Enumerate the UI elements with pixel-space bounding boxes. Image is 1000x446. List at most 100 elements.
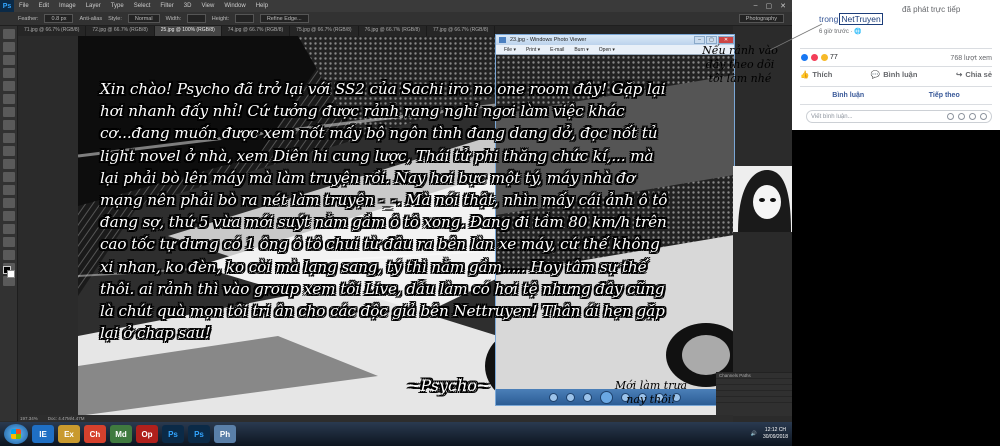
maximize-icon[interactable]: ▢ (766, 2, 773, 10)
blur-tool-icon[interactable] (2, 185, 15, 195)
document-tab[interactable]: 75.jpg @ 66.7% (RGB/8) (290, 26, 359, 36)
type-tool-icon[interactable] (2, 224, 15, 234)
like-reaction-icon (800, 53, 809, 62)
menu-3d[interactable]: 3D (179, 3, 197, 9)
refine-edge-button[interactable]: Refine Edge... (259, 14, 309, 23)
marquee-tool-icon[interactable] (2, 42, 15, 52)
opera-icon[interactable]: Op (136, 425, 158, 443)
tab-comments[interactable]: Bình luận (832, 92, 864, 99)
zoom-icon[interactable] (549, 392, 558, 402)
feather-input[interactable]: 0.8 px (44, 14, 74, 23)
sticker-icon[interactable] (980, 113, 987, 120)
menu-window[interactable]: Window (219, 3, 250, 9)
menu-filter[interactable]: Filter (155, 3, 178, 9)
close-icon[interactable]: ✕ (780, 2, 786, 10)
photo-viewer-taskbar-icon[interactable]: Ph (214, 425, 236, 443)
comment-button[interactable]: 💬 Bình luận (871, 70, 918, 79)
menu-view[interactable]: View (196, 3, 219, 9)
like-button[interactable]: 👍 Thích (800, 70, 832, 79)
maximize-icon[interactable]: ▢ (706, 36, 717, 44)
comment-icon: 💬 (870, 70, 881, 79)
antialias-checkbox[interactable]: Anti-alias (79, 16, 102, 22)
minimize-icon[interactable]: – (694, 36, 705, 44)
divider (800, 48, 992, 49)
start-button[interactable] (4, 424, 28, 444)
black-background (792, 130, 1000, 446)
menu-file[interactable]: File (14, 3, 34, 9)
divider (800, 104, 992, 105)
gradient-tool-icon[interactable] (2, 172, 15, 182)
stamp-tool-icon[interactable] (2, 133, 15, 143)
document-tab[interactable]: 76.jpg @ 66.7% (RGB/8) (359, 26, 427, 36)
divider (800, 86, 992, 87)
move-tool-icon[interactable] (2, 29, 15, 39)
brush-tool-icon[interactable] (2, 120, 15, 130)
pen-tool-icon[interactable] (2, 211, 15, 221)
layer-row[interactable] (716, 397, 792, 403)
menu-select[interactable]: Select (129, 3, 156, 9)
document-tab-active[interactable]: 25.jpg @ 100% (RGB/8) (154, 26, 222, 36)
menu-type[interactable]: Type (106, 3, 129, 9)
width-input[interactable] (187, 14, 206, 23)
post-time-text[interactable]: 6 giờ trước · (819, 29, 854, 35)
dodge-tool-icon[interactable] (2, 198, 15, 208)
media-player-icon[interactable]: Md (110, 425, 132, 443)
menu-help[interactable]: Help (251, 3, 273, 9)
post-actions: 👍 Thích 💬 Bình luận ↪ Chia sẻ (800, 70, 992, 79)
style-select[interactable]: Normal (127, 14, 160, 23)
close-icon[interactable]: ✕ (718, 36, 734, 44)
photoshop-menubar: Ps File Edit Image Layer Type Select Fil… (0, 0, 792, 12)
menu-layer[interactable]: Layer (81, 3, 106, 9)
file-explorer-icon[interactable]: Ex (58, 425, 80, 443)
share-icon: ↪ (956, 70, 963, 79)
eraser-tool-icon[interactable] (2, 159, 15, 169)
status-bar: 197.34% Doc: 4.47M/4.47M (18, 415, 733, 422)
photoshop-taskbar-icon[interactable]: Ps (188, 425, 210, 443)
pv-menu-open[interactable]: Open ▾ (599, 47, 615, 53)
crop-tool-icon[interactable] (2, 81, 15, 91)
chrome-icon[interactable]: Ch (84, 425, 106, 443)
eyedropper-tool-icon[interactable] (2, 94, 15, 104)
pv-menu-print[interactable]: Print ▾ (526, 47, 540, 53)
share-button[interactable]: ↪ Chia sẻ (956, 70, 992, 79)
photoshop-taskbar-icon[interactable]: Ps (162, 425, 184, 443)
pv-menu-file[interactable]: File ▾ (504, 47, 516, 53)
healing-tool-icon[interactable] (2, 107, 15, 117)
gif-icon[interactable] (969, 113, 976, 120)
manga-girl-illustration (733, 166, 792, 232)
quick-select-tool-icon[interactable] (2, 68, 15, 78)
post-time: 6 giờ trước · 🌐 (819, 28, 862, 35)
reaction-count: 77 (830, 54, 838, 61)
pv-menu-burn[interactable]: Burn ▾ (574, 47, 588, 53)
tab-next[interactable]: Tiếp theo (929, 92, 960, 99)
document-tab[interactable]: 74.jpg @ 66.7% (RGB/8) (222, 26, 291, 36)
internet-explorer-icon[interactable]: IE (32, 425, 54, 443)
pv-menu-email[interactable]: E-mail (550, 47, 564, 53)
clock[interactable]: 12:12 CH 30/09/2018 (763, 427, 788, 441)
tools-panel (0, 26, 18, 421)
background-color-swatch[interactable] (7, 270, 15, 278)
height-input[interactable] (235, 14, 254, 23)
emoji-icon[interactable] (947, 113, 954, 120)
previous-icon[interactable] (583, 392, 592, 402)
view-count: 768 lượt xem (950, 55, 992, 62)
minimize-icon[interactable]: – (754, 2, 758, 10)
manga-thumbnail[interactable] (733, 166, 792, 232)
comment-input[interactable]: Viết bình luận... (806, 110, 992, 123)
zoom-level[interactable]: 197.34% (20, 416, 38, 421)
actual-size-icon[interactable] (566, 392, 575, 402)
document-tab[interactable]: 72.jpg @ 66.7% (RGB/8) (86, 26, 155, 36)
menu-edit[interactable]: Edit (34, 3, 54, 9)
lasso-tool-icon[interactable] (2, 55, 15, 65)
volume-icon[interactable]: 🔊 (751, 431, 757, 437)
document-tab[interactable]: 77.jpg @ 66.7% (RGB/8) (427, 26, 496, 36)
history-brush-icon[interactable] (2, 146, 15, 156)
path-select-icon[interactable] (2, 237, 15, 247)
camera-icon[interactable] (958, 113, 965, 120)
menu-image[interactable]: Image (54, 3, 81, 9)
reactions-summary[interactable]: 77 (800, 53, 838, 62)
workspace-select[interactable]: Photography (738, 14, 784, 23)
shape-tool-icon[interactable] (2, 250, 15, 260)
document-tab[interactable]: 71.jpg @ 66.7% (RGB/8) (18, 26, 87, 36)
page-name-link[interactable]: NetTruyen (839, 13, 883, 25)
